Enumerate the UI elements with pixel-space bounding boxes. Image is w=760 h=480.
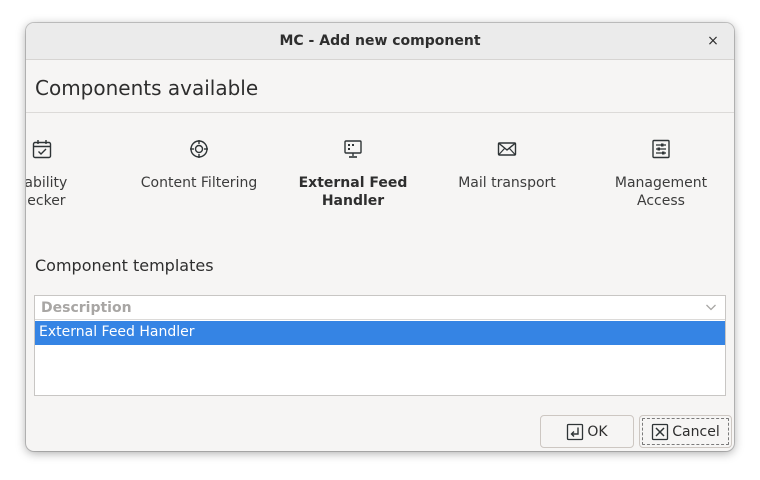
cancel-button[interactable]: Cancel [639, 415, 732, 448]
cancel-button-label: Cancel [672, 423, 720, 440]
component-external-feed-handler[interactable]: External Feed Handler [283, 138, 423, 210]
component-content-filtering[interactable]: Content Filtering [129, 138, 269, 192]
component-label-line2: Handler [321, 193, 385, 209]
cancel-x-icon [652, 423, 669, 440]
component-mail-transport[interactable]: Mail transport [437, 138, 577, 192]
templates-list[interactable]: Description External Feed Handler [34, 295, 726, 396]
enter-icon [567, 423, 584, 440]
column-header-label: Description [41, 300, 132, 316]
component-management-access[interactable]: Management Access [591, 138, 731, 210]
component-availability-checker[interactable]: ilability necker [26, 138, 112, 210]
description-column-header[interactable]: Description [35, 296, 725, 320]
monitor-icon [344, 140, 362, 158]
title-bar: MC - Add new component × [26, 23, 734, 60]
envelope-icon [497, 142, 517, 156]
template-row[interactable]: External Feed Handler [35, 321, 725, 345]
component-label-line1: External Feed [298, 175, 408, 191]
component-label-line2: Access [637, 193, 685, 209]
component-label-line1: Management [614, 175, 708, 191]
crosshair-globe-icon [190, 140, 208, 158]
sliders-icon [652, 139, 670, 159]
component-label-line1: Content Filtering [140, 175, 258, 191]
ok-button[interactable]: OK [540, 415, 634, 448]
window-title: MC - Add new component [279, 33, 481, 49]
component-label-line1: ilability [26, 175, 68, 191]
section-separator [26, 112, 734, 113]
chevron-down-icon [706, 304, 716, 311]
components-available-heading: Components available [35, 76, 259, 100]
component-templates-heading: Component templates [35, 256, 214, 275]
add-component-dialog: MC - Add new component × Components avai… [26, 23, 734, 451]
close-button[interactable]: × [704, 32, 722, 50]
component-label-line2: necker [26, 193, 66, 209]
component-label-line1: Mail transport [458, 175, 556, 191]
ok-button-label: OK [587, 423, 608, 440]
calendar-check-icon [32, 140, 52, 159]
